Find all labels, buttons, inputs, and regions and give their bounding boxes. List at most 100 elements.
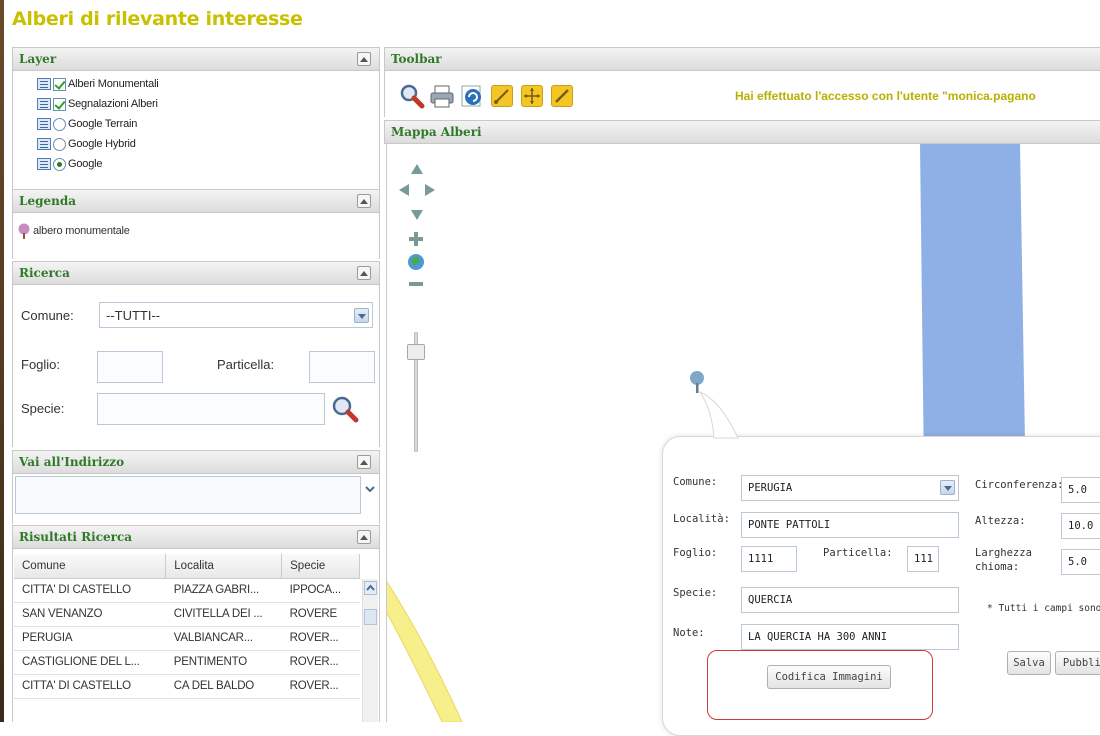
particella-input[interactable] bbox=[309, 351, 375, 383]
column-header-specie[interactable]: Specie bbox=[281, 554, 360, 579]
popup-pointer bbox=[698, 390, 739, 439]
table-row[interactable]: CITTA' DI CASTELLO PIAZZA GABRI... IPPOC… bbox=[14, 578, 360, 603]
zoom-slider-handle[interactable] bbox=[407, 344, 425, 360]
layer-item-google[interactable]: Google bbox=[37, 154, 102, 174]
layer-item-google-hybrid[interactable]: Google Hybrid bbox=[37, 134, 136, 154]
layer-panel: Alberi Monumentali Segnalazioni Alberi G… bbox=[12, 71, 380, 191]
popup-specie-input[interactable]: QUERCIA bbox=[741, 587, 959, 613]
comune-label: Comune: bbox=[21, 308, 74, 323]
edit-icon[interactable] bbox=[551, 85, 573, 107]
tree-icon bbox=[18, 223, 30, 239]
layer-panel-header[interactable]: Layer bbox=[12, 47, 380, 71]
layer-radio[interactable] bbox=[53, 137, 66, 151]
chevron-down-icon[interactable] bbox=[940, 480, 955, 495]
popup-specie-label: Specie: bbox=[673, 587, 718, 599]
layer-tree-icon bbox=[37, 158, 51, 170]
table-row[interactable]: PERUGIA VALBIANCAR... ROVER... bbox=[14, 626, 360, 651]
legend-label: albero monumentale bbox=[33, 225, 130, 237]
toolbar: Hai effettuato l'accesso con l'utente "m… bbox=[384, 71, 1100, 117]
column-header-comune[interactable]: Comune bbox=[14, 554, 167, 579]
layer-tree-icon bbox=[37, 78, 51, 90]
salva-button[interactable]: Salva bbox=[1007, 651, 1051, 675]
popup-comune-label: Comune: bbox=[673, 476, 718, 488]
zoom-control-icon[interactable] bbox=[405, 230, 427, 296]
layer-item-segnalazioni-alberi[interactable]: Segnalazioni Alberi bbox=[37, 94, 158, 114]
pan-control-icon[interactable] bbox=[397, 162, 437, 222]
results-panel-title: Risultati Ricerca bbox=[19, 530, 133, 544]
popup-comune-select[interactable]: PERUGIA bbox=[741, 475, 959, 501]
layer-radio[interactable] bbox=[53, 157, 66, 171]
cell-comune: PERUGIA bbox=[14, 626, 166, 651]
specie-input[interactable] bbox=[97, 393, 325, 425]
map-panel-header: Mappa Alberi bbox=[384, 120, 1100, 144]
popup-required-note: * Tutti i campi sono o bbox=[987, 603, 1100, 614]
popup-altezza-input[interactable]: 10.0 bbox=[1061, 513, 1100, 539]
draw-line-icon[interactable] bbox=[491, 85, 513, 107]
toolbar-panel-header: Toolbar bbox=[384, 47, 1100, 71]
results-scrollbar[interactable] bbox=[362, 579, 378, 722]
search-panel-header[interactable]: Ricerca bbox=[12, 261, 380, 285]
chevron-down-icon[interactable] bbox=[354, 308, 369, 323]
table-row[interactable]: SAN VENANZO CIVITELLA DEI ... ROVERE bbox=[14, 602, 360, 627]
codifica-immagini-button[interactable]: Codifica Immagini bbox=[767, 665, 891, 689]
layer-label: Google Terrain bbox=[68, 118, 138, 130]
foglio-label: Foglio: bbox=[21, 357, 61, 372]
zoom-search-icon[interactable] bbox=[399, 83, 425, 109]
print-icon[interactable] bbox=[429, 83, 455, 109]
popup-note-input[interactable]: LA QUERCIA HA 300 ANNI bbox=[741, 624, 959, 650]
scroll-up-button[interactable] bbox=[364, 581, 377, 595]
chevron-down-icon[interactable] bbox=[363, 482, 377, 496]
scroll-thumb[interactable] bbox=[364, 609, 377, 625]
popup-localita-input[interactable]: PONTE PATTOLI bbox=[741, 512, 959, 538]
popup-circonferenza-input[interactable]: 5.0 bbox=[1061, 477, 1100, 503]
cell-comune: CITTA' DI CASTELLO bbox=[14, 674, 166, 699]
toolbar-title: Toolbar bbox=[391, 52, 442, 66]
collapse-results-button[interactable] bbox=[357, 530, 371, 544]
popup-larghezza-input[interactable]: 5.0 bbox=[1061, 549, 1100, 575]
window-edge bbox=[0, 0, 4, 722]
layer-tree-icon bbox=[37, 118, 51, 130]
layer-item-google-terrain[interactable]: Google Terrain bbox=[37, 114, 137, 134]
layer-checkbox[interactable] bbox=[53, 97, 66, 111]
collapse-legend-button[interactable] bbox=[357, 194, 371, 208]
pubblica-button[interactable]: Pubblic bbox=[1055, 651, 1100, 675]
table-row[interactable]: CASTIGLIONE DEL L... PENTIMENTO ROVER... bbox=[14, 650, 360, 675]
table-row[interactable]: CITTA' DI CASTELLO CA DEL BALDO ROVER... bbox=[14, 674, 360, 699]
refresh-icon[interactable] bbox=[459, 83, 485, 109]
collapse-layer-button[interactable] bbox=[357, 52, 371, 66]
app-title: Alberi di rilevante interesse bbox=[12, 8, 303, 30]
popup-foglio-input[interactable]: 1111 bbox=[741, 546, 797, 572]
legend-panel-header[interactable]: Legenda bbox=[12, 189, 380, 213]
popup-localita-label: Località: bbox=[673, 513, 730, 525]
layer-radio[interactable] bbox=[53, 117, 66, 131]
collapse-search-button[interactable] bbox=[357, 266, 371, 280]
layer-label: Google bbox=[68, 158, 103, 170]
collapse-address-button[interactable] bbox=[357, 455, 371, 469]
cell-comune: SAN VENANZO bbox=[14, 602, 166, 627]
layer-tree-icon bbox=[37, 138, 51, 150]
results-table: Comune Localita Specie CITTA' DI CASTELL… bbox=[14, 554, 360, 699]
cell-specie: IPPOCA... bbox=[281, 578, 360, 603]
cell-localita: PIAZZA GABRI... bbox=[165, 578, 282, 603]
search-icon[interactable] bbox=[331, 395, 359, 423]
comune-select-value: --TUTTI-- bbox=[106, 307, 161, 323]
map-title: Mappa Alberi bbox=[391, 125, 482, 139]
comune-select[interactable]: --TUTTI-- bbox=[99, 302, 373, 328]
popup-larghezza-label-1: Larghezza bbox=[975, 547, 1032, 559]
popup-comune-value: PERUGIA bbox=[748, 482, 793, 494]
popup-circonferenza-label: Circonferenza: bbox=[975, 479, 1064, 491]
foglio-input[interactable] bbox=[97, 351, 163, 383]
layer-item-alberi-monumentali[interactable]: Alberi Monumentali bbox=[37, 74, 159, 94]
layer-checkbox[interactable] bbox=[53, 77, 66, 91]
cell-localita: CA DEL BALDO bbox=[165, 674, 282, 699]
address-input[interactable] bbox=[15, 476, 361, 514]
cell-localita: VALBIANCAR... bbox=[165, 626, 282, 651]
address-panel-header[interactable]: Vai all'Indirizzo bbox=[12, 450, 380, 474]
column-header-localita[interactable]: Localita bbox=[165, 554, 283, 579]
layer-label: Alberi Monumentali bbox=[68, 78, 159, 90]
pan-icon[interactable] bbox=[521, 85, 543, 107]
results-panel-header[interactable]: Risultati Ricerca bbox=[12, 525, 380, 549]
cell-comune: CITTA' DI CASTELLO bbox=[14, 578, 166, 603]
popup-particella-input[interactable]: 111 bbox=[907, 546, 939, 572]
results-header-row: Comune Localita Specie bbox=[14, 554, 360, 579]
